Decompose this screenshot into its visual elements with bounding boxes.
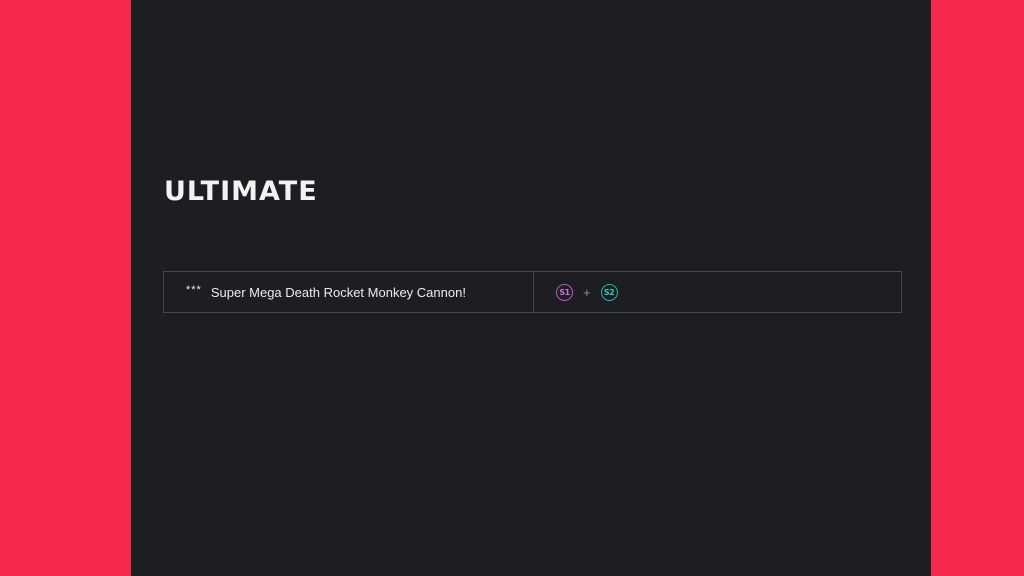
content-panel: ULTIMATE *** Super Mega Death Rocket Mon… [131,0,931,576]
move-stars: *** [186,284,202,296]
s2-button-icon: S2 [600,283,618,301]
move-input-cell: S1 + S2 [534,272,901,312]
section-title: ULTIMATE [164,176,318,207]
move-name: Super Mega Death Rocket Monkey Cannon! [210,284,466,300]
input-plus-separator: + [583,284,591,300]
move-row: *** Super Mega Death Rocket Monkey Canno… [163,271,902,313]
move-name-cell: *** Super Mega Death Rocket Monkey Canno… [164,272,534,312]
s1-button-icon: S1 [556,283,573,301]
